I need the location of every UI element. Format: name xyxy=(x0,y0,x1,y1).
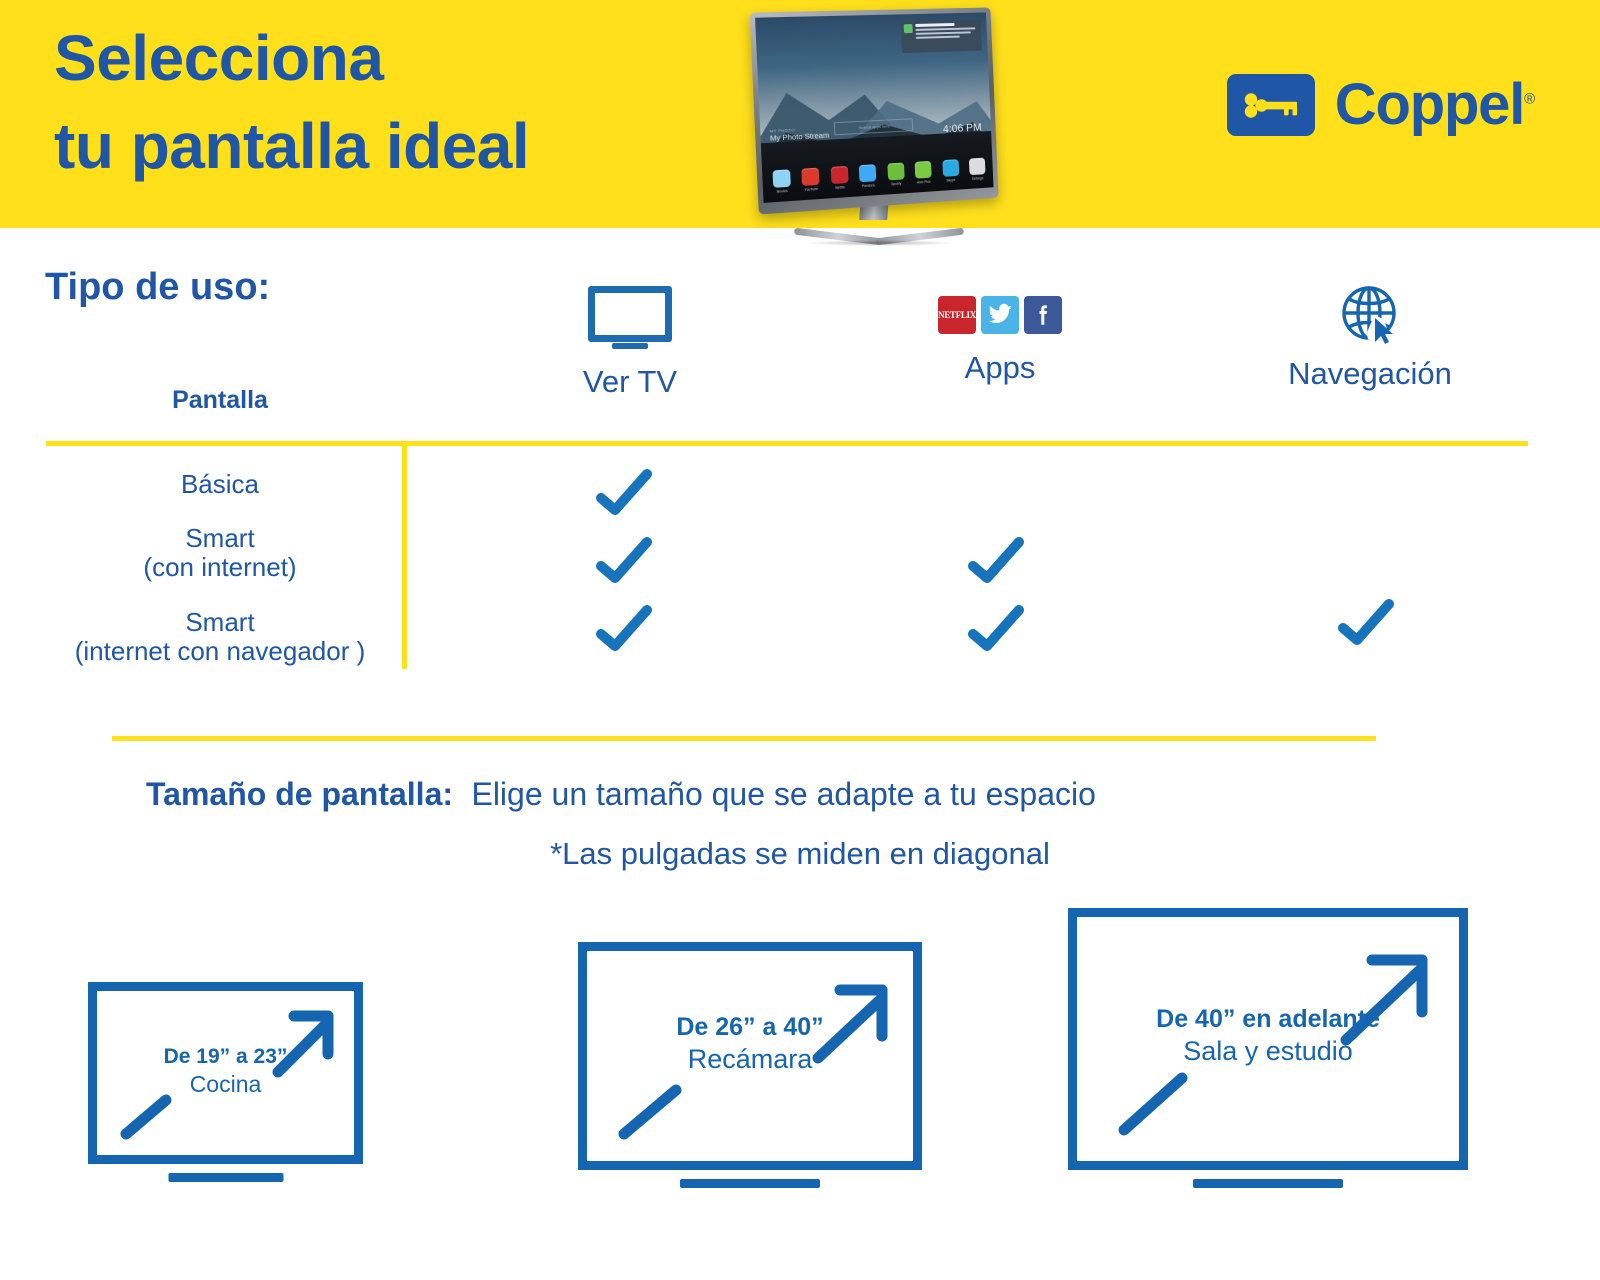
size-box-sala-room: Sala y estudio xyxy=(1183,1035,1353,1066)
column-header-navegacion-label: Navegación xyxy=(1288,356,1452,391)
table-top-divider xyxy=(46,441,1528,446)
row-label-smart-navegador-line1: Smart xyxy=(185,607,255,637)
social-apps-icon-group: NETFLIX xyxy=(875,296,1125,334)
tv-dock-app: Netflix xyxy=(830,165,849,190)
check-smart-navegador-ver-tv xyxy=(596,603,652,659)
tv-dock-app: Settings xyxy=(968,157,986,181)
row-label-smart-internet-line2: (con internet) xyxy=(143,552,297,583)
check-icon xyxy=(968,537,1024,583)
tv-clock: 4:06 PM xyxy=(942,121,982,136)
tv-dock-app: Movies xyxy=(772,169,792,194)
column-header-apps: NETFLIX Apps xyxy=(875,296,1125,386)
netflix-icon: NETFLIX xyxy=(938,296,976,334)
coppel-wordmark-text: Coppel xyxy=(1334,72,1526,137)
size-box-sala-base xyxy=(1193,1179,1343,1188)
usage-section-title: Tipo de uso: xyxy=(45,266,271,308)
size-box-cocina: De 19” a 23” Cocina xyxy=(88,982,363,1182)
notification-text xyxy=(915,22,978,41)
check-smart-navegador-navegacion xyxy=(1338,597,1394,653)
row-label-smart-internet-line1: Smart xyxy=(185,523,255,553)
smart-tv-photo: MY PHOTO My Photo Stream Search apps her… xyxy=(748,2,1016,250)
coppel-logo: Coppel® xyxy=(1226,74,1535,136)
coppel-wordmark: Coppel® xyxy=(1335,76,1535,134)
page-title: Selecciona tu pantalla ideal xyxy=(54,22,530,183)
column-header-navegacion: Navegación xyxy=(1240,280,1500,392)
tv-stand-shadow xyxy=(804,240,956,246)
column-header-ver-tv: Ver TV xyxy=(505,286,755,400)
size-section-note: *Las pulgadas se miden en diagonal xyxy=(550,836,1050,871)
size-box-cocina-room: Cocina xyxy=(189,1070,262,1097)
tv-dock-app: Pandora xyxy=(859,164,877,188)
row-label-smart-internet: Smart (con internet) xyxy=(10,523,430,583)
column-header-apps-label: Apps xyxy=(964,350,1036,385)
size-box-recamara: De 26” a 40” Recámara xyxy=(578,942,922,1188)
twitter-icon xyxy=(981,296,1019,334)
notification-icon xyxy=(903,24,913,34)
facebook-icon xyxy=(1024,296,1062,334)
check-icon xyxy=(968,605,1024,651)
check-icon xyxy=(596,537,652,583)
row-label-basica-line1: Básica xyxy=(180,469,260,499)
size-box-recamara-room: Recámara xyxy=(687,1043,813,1074)
tv-monitor-icon xyxy=(588,286,672,342)
tv-dock-app: YouTube xyxy=(801,167,820,192)
tv-dock-app: Hulu Plus xyxy=(914,160,932,185)
row-label-smart-navegador: Smart (internet con navegador ) xyxy=(10,607,430,667)
column-header-pantalla-label: Pantalla xyxy=(172,386,268,414)
row-label-basica: Básica xyxy=(10,469,430,499)
key-icon xyxy=(1244,93,1297,118)
check-icon xyxy=(596,469,652,515)
tv-notification-card xyxy=(900,19,982,54)
size-section-title: Tamaño de pantalla: xyxy=(146,776,454,812)
check-smart-internet-ver-tv xyxy=(596,535,652,591)
tv-dock-app: Spotify xyxy=(887,162,905,187)
infographic-page: Selecciona tu pantalla ideal MY PHOTO My… xyxy=(0,0,1600,1280)
size-section-subtitle: Elige un tamaño que se adapte a tu espac… xyxy=(471,776,1096,812)
size-box-sala-text: De 40” en adelante Sala y estudio xyxy=(1068,1004,1468,1067)
size-section-heading: Tamaño de pantalla: Elige un tamaño que … xyxy=(146,776,1096,813)
size-box-sala-range: De 40” en adelante xyxy=(1156,1005,1380,1033)
globe-cursor-icon xyxy=(1335,280,1405,350)
check-icon xyxy=(596,605,652,651)
check-icon xyxy=(1338,599,1394,645)
check-smart-internet-apps xyxy=(968,535,1024,591)
row-label-smart-navegador-line2: (internet con navegador ) xyxy=(74,636,366,667)
tv-dock-app: Skype xyxy=(941,159,959,183)
size-box-recamara-range: De 26” a 40” xyxy=(676,1013,824,1041)
column-header-pantalla: Pantalla xyxy=(10,386,430,415)
size-box-recamara-base xyxy=(680,1179,820,1188)
size-box-cocina-base xyxy=(168,1173,283,1182)
netflix-wordmark: NETFLIX xyxy=(938,310,976,320)
size-box-cocina-text: De 19” a 23” Cocina xyxy=(88,1044,363,1098)
size-box-cocina-range: De 19” a 23” xyxy=(163,1045,288,1068)
check-smart-navegador-apps xyxy=(968,603,1024,659)
column-header-ver-tv-label: Ver TV xyxy=(582,364,678,399)
header-banner: Selecciona tu pantalla ideal MY PHOTO My… xyxy=(0,0,1600,246)
tv-bezel: MY PHOTO My Photo Stream Search apps her… xyxy=(749,7,999,215)
registered-mark: ® xyxy=(1524,90,1535,108)
tv-screen: MY PHOTO My Photo Stream Search apps her… xyxy=(755,12,994,203)
coppel-key-mark xyxy=(1226,74,1315,136)
check-basica-ver-tv xyxy=(596,467,652,523)
section-divider xyxy=(112,736,1376,741)
size-box-recamara-text: De 26” a 40” Recámara xyxy=(578,1012,922,1075)
size-box-sala: De 40” en adelante Sala y estudio xyxy=(1068,908,1468,1188)
